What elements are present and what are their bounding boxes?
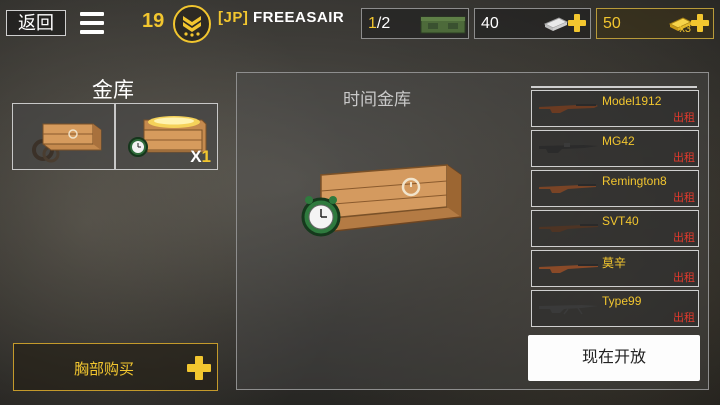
supply-chest-icon	[32, 123, 102, 163]
rent-tag: 出租	[673, 112, 695, 124]
add-gold-icon[interactable]	[691, 14, 709, 32]
time-chest-large-icon	[301, 164, 462, 237]
player-name-text: FREEASAIR	[253, 9, 345, 26]
cash-amount: 40	[481, 15, 499, 32]
rent-tag: 出租	[673, 192, 695, 204]
gold-counter: 50 x3	[596, 8, 714, 39]
weapon-name: MG42	[602, 134, 635, 148]
chest-count-value: 1	[201, 147, 211, 166]
buy-chest-label: 胸部购买	[73, 361, 134, 378]
menu-icon[interactable]	[80, 12, 104, 34]
weapon-card[interactable]: Remington8 出租	[531, 170, 699, 207]
chest-count: X1	[190, 147, 211, 167]
chest-slot-supply[interactable]	[12, 103, 115, 170]
open-now-button[interactable]: 现在开放	[528, 335, 700, 381]
crate-count-total: /2	[376, 15, 391, 32]
weapon-card[interactable]: Type99 出租	[531, 290, 699, 327]
rifle-icon	[539, 104, 598, 113]
rifle-icon	[539, 224, 598, 232]
buy-chest-button[interactable]: 胸部购买	[13, 343, 218, 391]
machine-gun-icon	[539, 143, 598, 153]
gold-multiplier: x3	[679, 23, 691, 35]
rank-badge-icon	[173, 5, 211, 43]
ammo-crate-icon	[420, 16, 466, 34]
weapon-card[interactable]: Model1912 出租	[531, 90, 699, 127]
add-icon	[187, 356, 211, 380]
rifle-icon	[539, 264, 598, 273]
weapon-name: Model1912	[602, 94, 662, 108]
rent-tag: 出租	[673, 272, 695, 284]
cash-counter: 40	[474, 8, 591, 39]
cash-stack-icon	[543, 17, 569, 31]
chest-count-prefix: X	[190, 147, 202, 166]
clan-tag: [JP]	[218, 9, 249, 26]
player-name: [JP] FREEASAIR	[218, 9, 344, 26]
vault-title: 金库	[92, 79, 134, 102]
light-machine-gun-icon	[539, 305, 598, 315]
weapon-card[interactable]: MG42 出租	[531, 130, 699, 167]
chest-name: 时间金库	[343, 90, 411, 109]
weapon-list-divider	[531, 86, 697, 88]
gold-amount: 50	[603, 15, 621, 32]
back-button[interactable]: 返回	[6, 10, 66, 36]
weapon-name: Type99	[602, 294, 642, 308]
chest-slot-time[interactable]: X1	[115, 103, 218, 170]
player-level: 19	[142, 10, 165, 32]
rent-tag: 出租	[673, 232, 695, 244]
rifle-icon	[539, 184, 596, 193]
weapon-name: Remington8	[602, 174, 667, 188]
weapon-card[interactable]: 莫辛 出租	[531, 250, 699, 287]
rent-tag: 出租	[673, 312, 695, 324]
weapon-name: 莫辛	[602, 256, 627, 270]
rent-tag: 出租	[673, 152, 695, 164]
crate-count-current: 1	[368, 15, 377, 32]
crate-counter[interactable]: 1/2	[361, 8, 469, 39]
add-cash-icon[interactable]	[568, 14, 586, 32]
weapon-name: SVT40	[602, 214, 639, 228]
chest-detail-panel: 时间金库 Model1912 出租 MG42 出租 Remington8 出租 …	[236, 72, 709, 390]
top-bar: 返回 19 [JP] FREEASAIR 1/2 40 50 x3	[0, 0, 720, 44]
weapon-card[interactable]: SVT40 出租	[531, 210, 699, 247]
